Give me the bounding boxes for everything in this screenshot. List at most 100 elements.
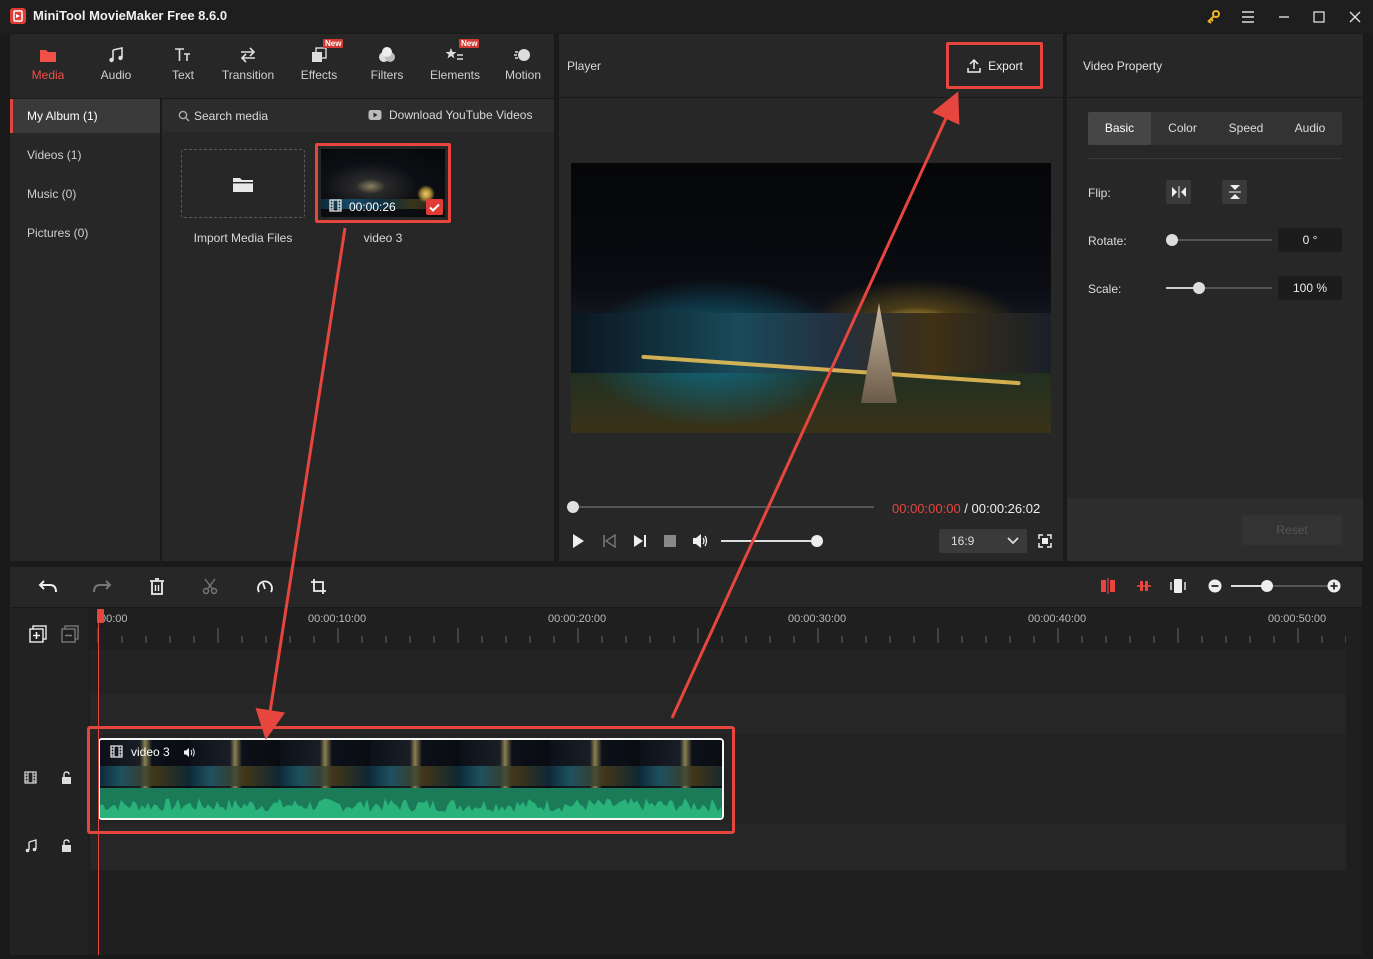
- ruler-label: 00:00: [100, 613, 128, 625]
- download-youtube-link[interactable]: Download YouTube Videos: [389, 108, 532, 122]
- tab-speed[interactable]: Speed: [1214, 112, 1278, 145]
- folder-icon: [232, 175, 254, 193]
- split-scissors-icon[interactable]: [202, 578, 218, 595]
- aspect-ratio-select[interactable]: 16:9: [939, 529, 1027, 553]
- tab-audio[interactable]: Audio: [86, 44, 146, 96]
- tab-transition-label: Transition: [221, 68, 275, 82]
- film-icon: [110, 745, 123, 758]
- album-item-music[interactable]: Music (0): [10, 177, 160, 211]
- scale-input[interactable]: 100 %: [1278, 276, 1342, 300]
- audio-waveform: [100, 798, 722, 818]
- snap-icon[interactable]: [1136, 578, 1152, 594]
- volume-icon[interactable]: [692, 533, 710, 549]
- tab-effects[interactable]: New Effects: [289, 39, 349, 96]
- video-track-icon: [24, 771, 37, 784]
- tab-media[interactable]: Media: [18, 44, 78, 96]
- media-icon: [18, 44, 78, 66]
- tab-transition[interactable]: Transition: [218, 44, 278, 96]
- minimize-icon[interactable]: [1273, 6, 1295, 28]
- zoom-thumb[interactable]: [1261, 580, 1273, 592]
- export-button[interactable]: Export: [946, 42, 1043, 89]
- playhead-line[interactable]: [98, 610, 99, 955]
- export-label: Export: [988, 58, 1023, 73]
- tab-color[interactable]: Color: [1151, 112, 1214, 145]
- speaker-icon: [183, 747, 197, 758]
- flip-horizontal-icon[interactable]: [1166, 180, 1191, 204]
- tab-text[interactable]: Text: [153, 44, 213, 96]
- speed-icon[interactable]: [256, 578, 274, 595]
- search-media-input[interactable]: Search media: [194, 109, 268, 123]
- time-display: 00:00:00:00 / 00:00:26:02: [892, 501, 1040, 516]
- media-library: Search media Download YouTube Videos Imp…: [162, 99, 554, 561]
- tab-filters-label: Filters: [370, 68, 404, 82]
- flip-vertical-icon[interactable]: [1222, 180, 1247, 204]
- play-icon[interactable]: [571, 533, 585, 549]
- clip-name: video 3: [363, 231, 403, 245]
- rotate-thumb[interactable]: [1166, 234, 1178, 246]
- tab-media-label: Media: [31, 68, 65, 82]
- remove-track-icon[interactable]: [61, 625, 79, 643]
- export-icon: [966, 58, 982, 74]
- media-clip-card[interactable]: 00:00:26: [315, 143, 451, 223]
- maximize-icon[interactable]: [1308, 6, 1330, 28]
- rotate-input[interactable]: 0 °: [1278, 228, 1342, 252]
- rotate-slider[interactable]: [1166, 233, 1272, 247]
- fullscreen-icon[interactable]: [1038, 534, 1052, 548]
- filters-icon: [357, 44, 417, 66]
- tab-filters[interactable]: Filters: [357, 44, 417, 96]
- player-title: Player: [567, 59, 602, 73]
- aspect-ratio-value: 16:9: [951, 534, 975, 548]
- tab-audio-property[interactable]: Audio: [1278, 112, 1342, 145]
- tab-elements[interactable]: New Elements: [425, 39, 485, 96]
- stop-icon[interactable]: [664, 535, 676, 547]
- zoom-out-icon[interactable]: [1208, 579, 1222, 593]
- clip-duration: 00:00:26: [349, 200, 396, 214]
- tab-effects-label: Effects: [300, 68, 338, 82]
- time-ruler[interactable]: 00:00 00:00:10:00 00:00:20:00 00:00:30:0…: [90, 608, 1346, 650]
- next-frame-icon[interactable]: [633, 534, 647, 548]
- video-preview: [571, 163, 1051, 433]
- text-icon: [153, 44, 213, 66]
- zoom-slider[interactable]: [1231, 579, 1331, 593]
- tab-basic[interactable]: Basic: [1088, 112, 1151, 145]
- album-item-my-album[interactable]: My Album (1): [10, 99, 160, 133]
- timeline-video-clip[interactable]: video 3: [98, 738, 724, 820]
- key-icon[interactable]: [1202, 6, 1224, 28]
- divider: [1088, 158, 1342, 159]
- zoom-in-icon[interactable]: [1327, 579, 1341, 593]
- menu-icon[interactable]: [1237, 6, 1259, 28]
- redo-icon[interactable]: [92, 578, 112, 594]
- delete-icon[interactable]: [149, 578, 165, 595]
- timeline-toolbar: [10, 567, 1362, 607]
- close-icon[interactable]: [1344, 6, 1366, 28]
- volume-thumb[interactable]: [811, 535, 823, 547]
- progress-thumb[interactable]: [567, 501, 579, 513]
- scale-thumb[interactable]: [1192, 282, 1205, 294]
- album-item-videos[interactable]: Videos (1): [10, 138, 160, 172]
- empty-track: [90, 650, 1346, 694]
- add-track-icon[interactable]: [29, 625, 47, 643]
- youtube-download-icon[interactable]: [368, 109, 382, 121]
- import-media-label: Import Media Files: [193, 231, 293, 245]
- previous-frame-icon[interactable]: [602, 534, 616, 548]
- track-headers: [10, 608, 88, 955]
- property-title: Video Property: [1083, 59, 1163, 73]
- volume-slider[interactable]: [719, 534, 823, 548]
- import-media-button[interactable]: [181, 149, 305, 218]
- music-note-icon: [86, 44, 146, 66]
- track-split-red-icon[interactable]: [1100, 578, 1116, 594]
- lock-icon[interactable]: [61, 839, 72, 852]
- transition-icon: [218, 44, 278, 66]
- reset-button[interactable]: Reset: [1242, 515, 1342, 545]
- undo-icon[interactable]: [38, 578, 58, 594]
- ruler-label: 00:00:50:00: [1268, 613, 1327, 625]
- album-item-pictures[interactable]: Pictures (0): [10, 216, 160, 250]
- scale-slider[interactable]: [1166, 281, 1272, 295]
- playback-progress-slider[interactable]: [567, 500, 877, 514]
- timeline-clip-name: video 3: [131, 745, 170, 759]
- crop-icon[interactable]: [310, 578, 327, 595]
- lock-icon[interactable]: [61, 771, 72, 784]
- fit-timeline-icon[interactable]: [1170, 578, 1186, 594]
- ruler-label: 00:00:10:00: [308, 613, 367, 625]
- tab-motion[interactable]: Motion: [493, 44, 553, 96]
